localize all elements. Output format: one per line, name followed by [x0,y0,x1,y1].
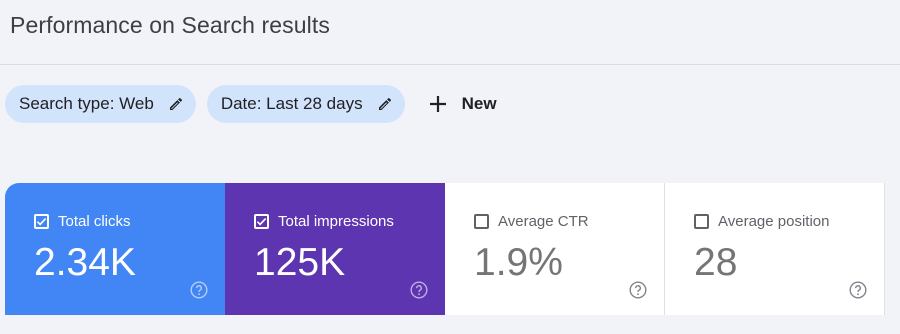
pencil-icon[interactable] [168,96,184,112]
checkbox-unchecked-icon[interactable] [694,214,709,229]
metric-card-total-impressions[interactable]: Total impressions 125K [225,183,445,315]
metric-value: 2.34K [34,241,136,284]
checkbox-unchecked-icon[interactable] [474,214,489,229]
metric-label: Average CTR [498,213,589,230]
metric-label: Total impressions [278,213,394,230]
filter-chip-search-type[interactable]: Search type: Web [5,85,196,123]
help-circle-icon[interactable] [629,281,647,299]
metric-value: 1.9% [474,241,563,284]
checkbox-checked-icon[interactable] [34,214,49,229]
page-title: Performance on Search results [10,12,330,38]
plus-icon [428,94,448,114]
metric-cards: Total clicks 2.34K Total impressions 125… [5,183,885,315]
performance-page: Performance on Search results Search typ… [0,0,900,334]
filter-bar: Search type: Web Date: Last 28 days New [5,85,497,123]
metric-label: Average position [718,213,830,230]
metric-value: 125K [254,241,346,284]
filter-chip-date[interactable]: Date: Last 28 days [206,85,405,123]
help-circle-icon[interactable] [849,281,867,299]
metric-card-average-ctr[interactable]: Average CTR 1.9% [445,183,665,315]
metric-label: Total clicks [58,213,131,230]
metric-card-total-clicks[interactable]: Total clicks 2.34K [5,183,225,315]
header-divider [0,64,900,65]
metric-card-average-position[interactable]: Average position 28 [665,183,885,315]
metric-value: 28 [694,241,738,284]
new-button-label: New [461,94,497,113]
pencil-icon[interactable] [377,96,393,112]
filter-chip-label: Date: Last 28 days [220,94,363,113]
help-circle-icon[interactable] [190,281,208,299]
checkbox-checked-icon[interactable] [254,214,269,229]
help-circle-icon[interactable] [410,281,428,299]
new-filter-button[interactable]: New [428,94,497,114]
filter-chip-label: Search type: Web [19,94,154,113]
